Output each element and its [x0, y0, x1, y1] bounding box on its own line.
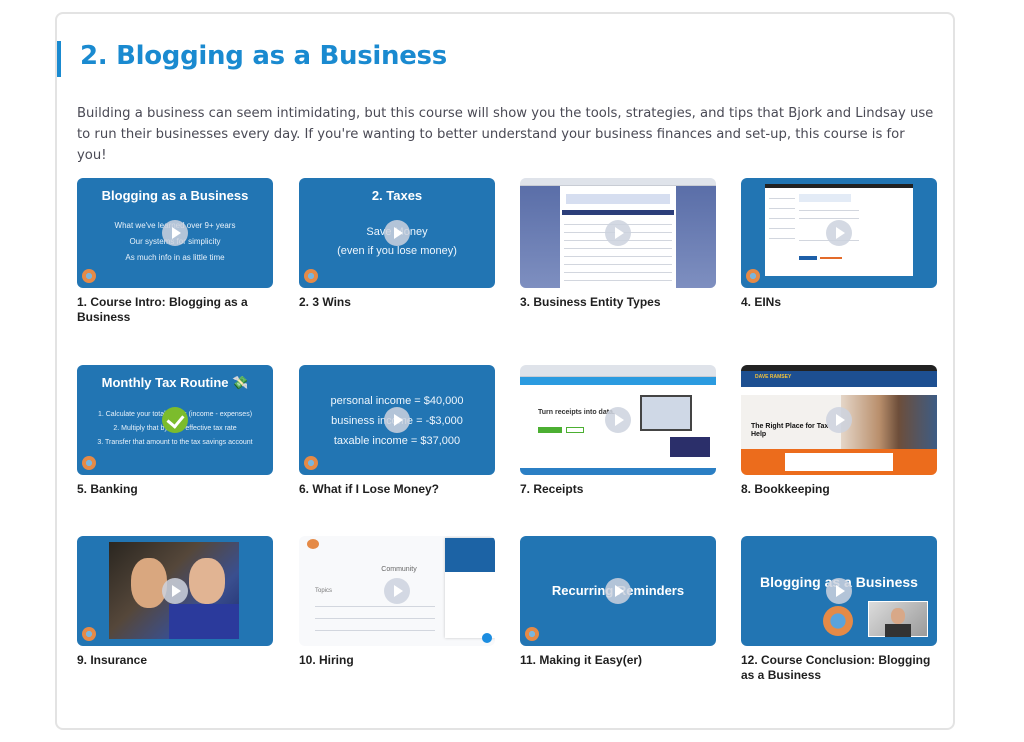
lesson-card-8[interactable]: DAVE RAMSEY The Right Place for Tax Help… [741, 365, 937, 497]
food-blogger-pro-logo-icon [82, 269, 96, 283]
lesson-thumbnail[interactable]: Blogging as a Business What we've learne… [77, 178, 273, 288]
play-icon[interactable] [384, 220, 410, 246]
thumb-title: Blogging as a Business [101, 188, 249, 203]
lesson-card-12[interactable]: Blogging as a Business 12. Course Conclu… [741, 536, 937, 683]
food-blogger-pro-logo-icon [82, 456, 96, 470]
screenshot-side-panel [676, 186, 716, 288]
lesson-title[interactable]: 6. What if I Lose Money? [299, 482, 495, 497]
play-icon[interactable] [826, 220, 852, 246]
thumb-line: (even if you lose money) [337, 245, 457, 257]
play-icon[interactable] [826, 578, 852, 604]
food-blogger-pro-logo-icon [823, 606, 853, 636]
thumb-line: 3. Transfer that amount to the tax savin… [97, 439, 253, 446]
thumb-line: personal income = $40,000 [330, 395, 464, 407]
thumb-headline: The Right Place for Tax Help [751, 423, 829, 438]
lesson-title[interactable]: 10. Hiring [299, 653, 495, 668]
lesson-title[interactable]: 1. Course Intro: Blogging as a Business [77, 295, 273, 325]
lesson-card-10[interactable]: Community Topics 10. Hiring [299, 536, 495, 668]
play-icon[interactable] [605, 407, 631, 433]
thumb-line: taxable income = $37,000 [333, 435, 461, 447]
lesson-title[interactable]: 3. Business Entity Types [520, 295, 716, 310]
lesson-title[interactable]: 7. Receipts [520, 482, 716, 497]
food-blogger-pro-logo-icon [525, 627, 539, 641]
lesson-thumbnail[interactable]: personal income = $40,000 business incom… [299, 365, 495, 475]
food-blogger-pro-logo-icon [746, 269, 760, 283]
thumb-headline: Turn receipts into data. [538, 409, 615, 416]
thumb-title: Monthly Tax Routine 💸 [101, 375, 249, 390]
heading-accent-bar [57, 41, 61, 77]
thumb-headline: Community [381, 566, 417, 573]
lesson-title[interactable]: 2. 3 Wins [299, 295, 495, 310]
lesson-title[interactable]: 5. Banking [77, 482, 273, 497]
lesson-thumbnail[interactable]: Recurring Reminders [520, 536, 716, 646]
thumb-brand: DAVE RAMSEY [755, 374, 792, 380]
lesson-card-3[interactable]: 3. Business Entity Types [520, 178, 716, 310]
lesson-title[interactable]: 9. Insurance [77, 653, 273, 668]
lesson-card-2[interactable]: 2. Taxes Save Money (even if you lose mo… [299, 178, 495, 310]
lesson-thumbnail[interactable]: DAVE RAMSEY The Right Place for Tax Help [741, 365, 937, 475]
lesson-title[interactable]: 4. EINs [741, 295, 937, 310]
lesson-card-9[interactable]: 9. Insurance [77, 536, 273, 668]
thumb-title: 2. Taxes [371, 188, 423, 203]
lesson-thumbnail[interactable]: Turn receipts into data. [520, 365, 716, 475]
play-icon[interactable] [384, 578, 410, 604]
lesson-thumbnail[interactable] [741, 178, 937, 288]
browser-toolbar-image [520, 178, 716, 186]
section-description: Building a business can seem intimidatin… [77, 106, 934, 163]
presenter-video-inset [868, 601, 928, 637]
section-title: 2. Blogging as a Business [80, 41, 447, 71]
lesson-card-6[interactable]: personal income = $40,000 business incom… [299, 365, 495, 497]
completed-check-icon[interactable] [162, 407, 188, 433]
lesson-card-1[interactable]: Blogging as a Business What we've learne… [77, 178, 273, 325]
lesson-thumbnail[interactable]: Blogging as a Business [741, 536, 937, 646]
lesson-thumbnail[interactable] [77, 536, 273, 646]
lesson-thumbnail[interactable]: Monthly Tax Routine 💸 1. Calculate your … [77, 365, 273, 475]
play-icon[interactable] [605, 220, 631, 246]
thumb-subhead: Topics [315, 588, 333, 594]
lesson-thumbnail[interactable]: 2. Taxes Save Money (even if you lose mo… [299, 178, 495, 288]
screenshot-side-panel [520, 186, 560, 288]
lesson-thumbnail[interactable] [520, 178, 716, 288]
play-icon[interactable] [826, 407, 852, 433]
lesson-thumbnail[interactable]: Community Topics [299, 536, 495, 646]
food-blogger-pro-logo-icon [82, 627, 96, 641]
course-section-panel: 2. Blogging as a Business Building a bus… [55, 12, 955, 730]
food-blogger-pro-logo-icon [304, 269, 318, 283]
lesson-card-11[interactable]: Recurring Reminders 11. Making it Easy(e… [520, 536, 716, 668]
lesson-card-5[interactable]: Monthly Tax Routine 💸 1. Calculate your … [77, 365, 273, 497]
lesson-title[interactable]: 12. Course Conclusion: Blogging as a Bus… [741, 653, 937, 683]
lesson-title[interactable]: 11. Making it Easy(er) [520, 653, 716, 668]
lesson-card-4[interactable]: 4. EINs [741, 178, 937, 310]
lesson-title[interactable]: 8. Bookkeeping [741, 482, 937, 497]
lesson-card-7[interactable]: Turn receipts into data. 7. Receipts [520, 365, 716, 497]
browser-toolbar-image [520, 365, 716, 377]
play-icon[interactable] [162, 220, 188, 246]
play-icon[interactable] [605, 578, 631, 604]
play-icon[interactable] [162, 578, 188, 604]
thumb-line: As much info in as little time [125, 253, 225, 262]
food-blogger-pro-logo-icon [304, 456, 318, 470]
play-icon[interactable] [384, 407, 410, 433]
